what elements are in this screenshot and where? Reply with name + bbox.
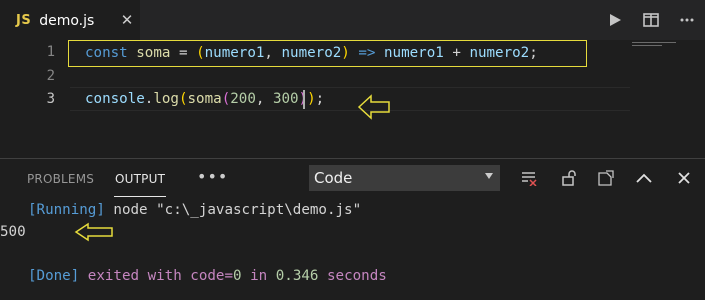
output-channel-select[interactable]: Code — [309, 165, 500, 191]
tab-problems[interactable]: PROBLEMS — [27, 172, 94, 186]
close-tab-icon[interactable]: ✕ — [119, 11, 135, 29]
annotation-arrow-left-icon — [357, 94, 390, 120]
line-number: 2 — [46, 68, 55, 84]
tab-demo-js[interactable]: JS demo.js ✕ — [0, 0, 140, 40]
editor-actions — [597, 0, 705, 40]
more-views-icon[interactable]: ••• — [197, 167, 228, 186]
bottom-panel: PROBLEMS OUTPUT ••• Code [Running] node … — [0, 158, 705, 300]
output-channel-value: Code — [314, 169, 353, 187]
lock-scroll-icon[interactable] — [555, 165, 583, 191]
active-tab-indicator — [114, 196, 166, 197]
annotation-arrow-left-icon — [74, 222, 113, 242]
close-panel-icon[interactable] — [670, 165, 698, 191]
open-log-icon[interactable] — [592, 165, 620, 191]
code-editor[interactable]: 1 2 3 const soma = (numero1, numero2) =>… — [0, 40, 705, 158]
minimap[interactable] — [632, 42, 680, 48]
code-line-3[interactable]: console.log(soma(200, 300)); — [85, 87, 324, 111]
output-line-result: 500 — [0, 224, 26, 240]
annotation-highlight-box — [68, 40, 587, 67]
maximize-panel-icon[interactable] — [630, 165, 658, 191]
tab-output[interactable]: OUTPUT — [115, 172, 165, 186]
more-actions-icon[interactable] — [669, 0, 705, 40]
output-line-done: [Done] exited with code=0 in 0.346 secon… — [28, 268, 387, 284]
clear-output-icon[interactable] — [515, 165, 543, 191]
run-icon[interactable] — [597, 0, 633, 40]
javascript-file-icon: JS — [16, 13, 32, 28]
tab-bar: JS demo.js ✕ — [0, 0, 705, 40]
text-cursor — [303, 90, 305, 109]
split-editor-icon[interactable] — [633, 0, 669, 40]
output-line-running: [Running] node "c:\_javascript\demo.js" — [28, 202, 362, 218]
chevron-down-icon — [485, 173, 493, 179]
line-number: 3 — [46, 91, 55, 107]
tab-filename: demo.js — [39, 12, 95, 29]
line-number: 1 — [46, 44, 55, 60]
